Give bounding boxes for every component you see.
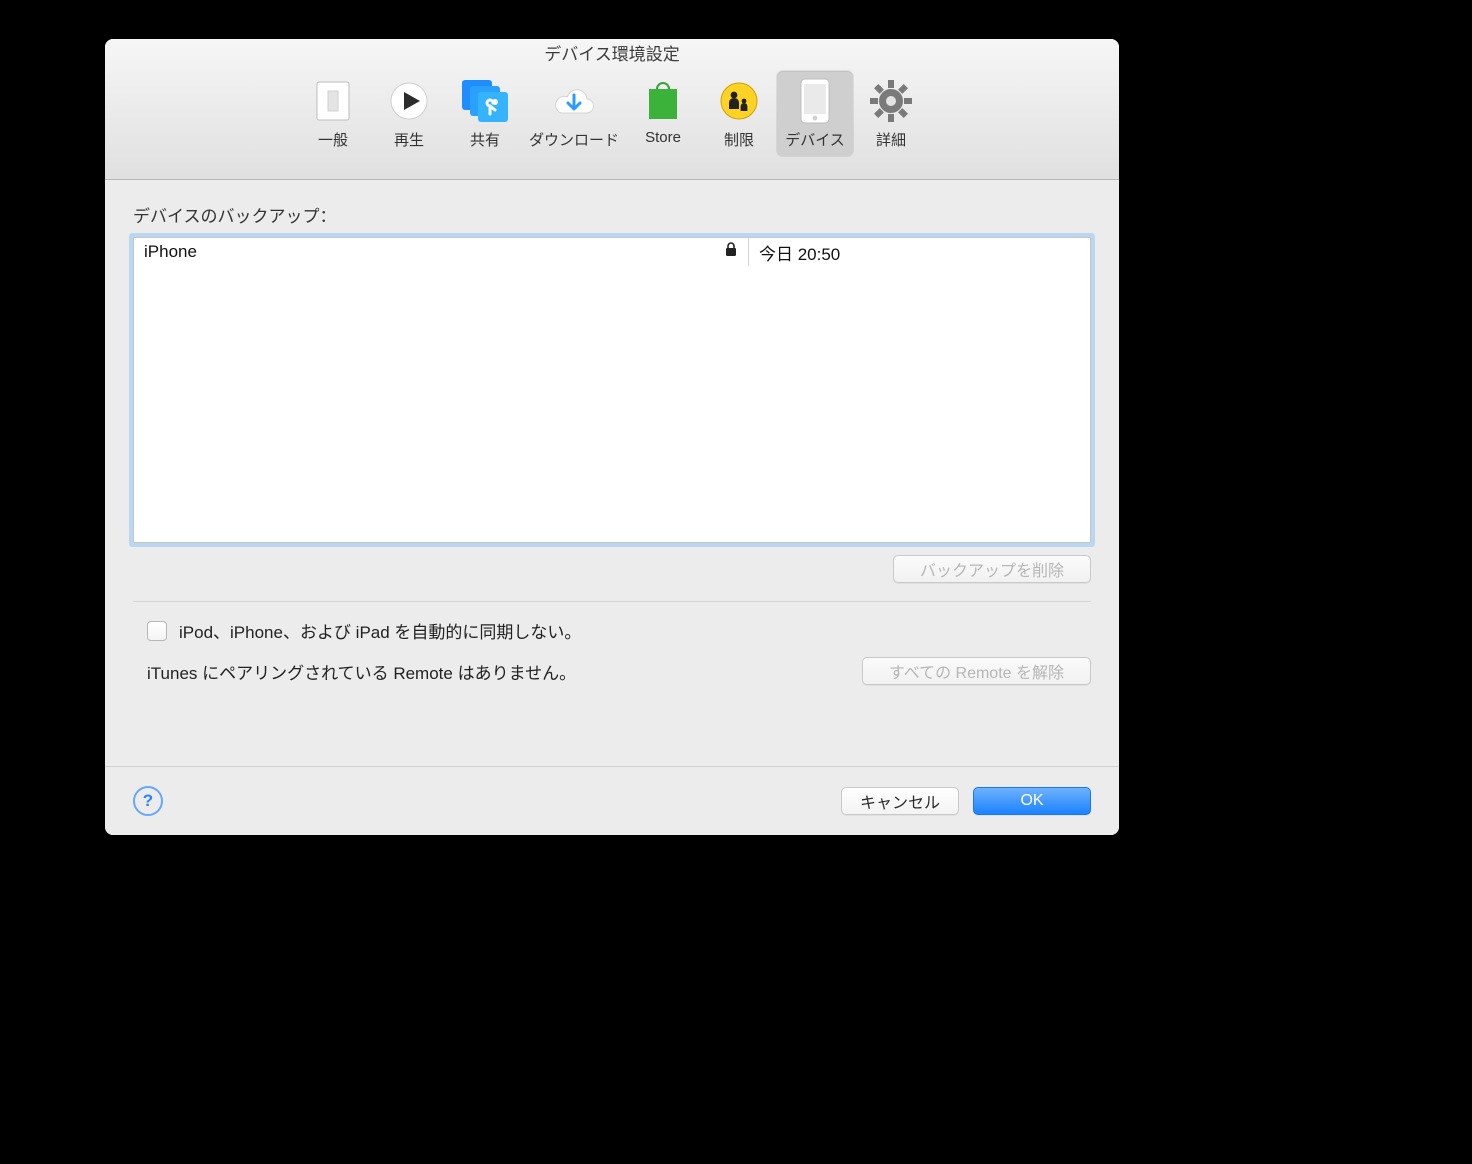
backup-row[interactable]: iPhone 今日 20:50 (134, 238, 1090, 266)
forget-all-remotes-button[interactable]: すべての Remote を解除 (862, 657, 1091, 685)
tab-advanced[interactable]: 詳細 (853, 71, 929, 156)
sharing-icon (447, 73, 523, 129)
content-area: デバイスのバックアップ： iPhone 今日 20:50 バックアップを削除 (105, 180, 1119, 685)
tab-label: ダウンロード (523, 129, 625, 150)
lock-icon (724, 242, 738, 263)
tab-store[interactable]: Store (625, 71, 701, 156)
tab-label: デバイス (777, 129, 853, 150)
general-icon (295, 73, 371, 129)
tab-label: 制限 (701, 129, 777, 150)
no-auto-sync-label: iPod、iPhone、および iPad を自動的に同期しない。 (179, 618, 581, 643)
tab-playback[interactable]: 再生 (371, 71, 447, 156)
tab-sharing[interactable]: 共有 (447, 71, 523, 156)
backups-section-label: デバイスのバックアップ： (133, 202, 1091, 227)
window-title: デバイス環境設定 (105, 39, 1119, 69)
tab-label: 一般 (295, 129, 371, 150)
tab-label: 再生 (371, 129, 447, 150)
tab-restrictions[interactable]: 制限 (701, 71, 777, 156)
ok-button[interactable]: OK (973, 787, 1091, 815)
store-bag-icon (625, 73, 701, 129)
preferences-window: デバイス環境設定 一般 再生 (105, 39, 1119, 835)
checkbox-no-auto-sync[interactable] (147, 621, 167, 641)
parental-icon (701, 73, 777, 129)
backup-list[interactable]: iPhone 今日 20:50 (133, 237, 1091, 543)
delete-backup-button[interactable]: バックアップを削除 (893, 555, 1091, 583)
titlebar: デバイス環境設定 一般 再生 (105, 39, 1119, 180)
tab-label: 詳細 (853, 129, 929, 150)
tab-label: 共有 (447, 129, 523, 150)
play-icon (371, 73, 447, 129)
device-phone-icon (777, 73, 853, 129)
no-auto-sync-option[interactable]: iPod、iPhone、および iPad を自動的に同期しない。 (147, 618, 1091, 643)
remote-pairing-status: iTunes にペアリングされている Remote はありません。 (147, 659, 576, 684)
tab-devices[interactable]: デバイス (777, 71, 853, 156)
gear-icon (853, 73, 929, 129)
backup-time: 今日 20:50 (759, 240, 840, 265)
footer: ? キャンセル OK (105, 766, 1119, 835)
separator (133, 601, 1091, 602)
help-button[interactable]: ? (133, 786, 163, 816)
tab-downloads[interactable]: ダウンロード (523, 71, 625, 156)
backup-time-cell: 今日 20:50 (749, 238, 1090, 266)
backup-device-name: iPhone (144, 242, 197, 262)
tab-label: Store (625, 129, 701, 146)
backup-name-cell: iPhone (134, 238, 749, 266)
tab-general[interactable]: 一般 (295, 71, 371, 156)
toolbar: 一般 再生 共有 (105, 69, 1119, 156)
cloud-download-icon (523, 73, 625, 129)
cancel-button[interactable]: キャンセル (841, 787, 959, 815)
